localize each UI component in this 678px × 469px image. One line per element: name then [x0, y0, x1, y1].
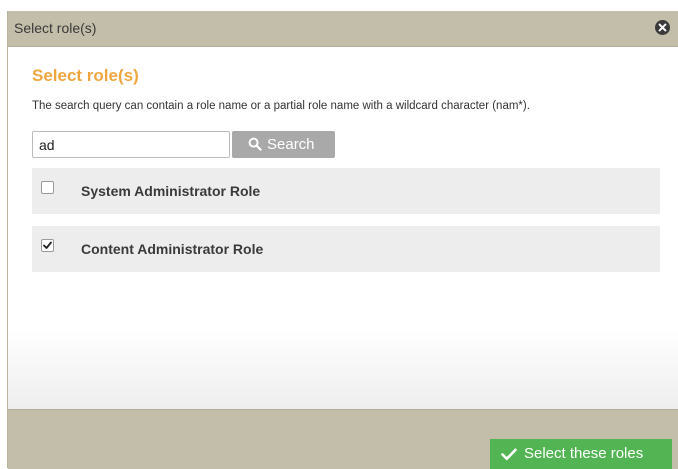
close-button[interactable] — [655, 20, 670, 35]
dialog-heading: Select role(s) — [32, 66, 139, 85]
search-hint: The search query can contain a role name… — [32, 100, 530, 112]
dialog-content: Select role(s) The search query can cont… — [8, 47, 678, 409]
select-roles-dialog: Select role(s) Select role(s) The search… — [7, 11, 678, 469]
search-input[interactable] — [32, 131, 230, 158]
role-checkbox[interactable] — [41, 239, 54, 252]
search-icon — [248, 137, 262, 151]
role-row[interactable]: System Administrator Role — [32, 168, 660, 214]
close-icon — [658, 23, 667, 32]
role-label: System Administrator Role — [81, 183, 261, 199]
checkmark-icon — [43, 241, 52, 249]
dialog-title: Select role(s) — [14, 20, 97, 36]
select-roles-button-label: Select these roles — [524, 445, 644, 462]
dialog-footer: Select these roles — [8, 409, 678, 469]
role-row[interactable]: Content Administrator Role — [32, 226, 660, 272]
dialog-titlebar: Select role(s) — [8, 11, 678, 47]
select-roles-button[interactable]: Select these roles — [490, 439, 672, 469]
role-checkbox[interactable] — [41, 181, 54, 194]
role-label: Content Administrator Role — [81, 241, 264, 257]
search-button[interactable]: Search — [232, 131, 335, 158]
checkmark-icon — [501, 448, 517, 461]
search-button-label: Search — [267, 136, 315, 153]
